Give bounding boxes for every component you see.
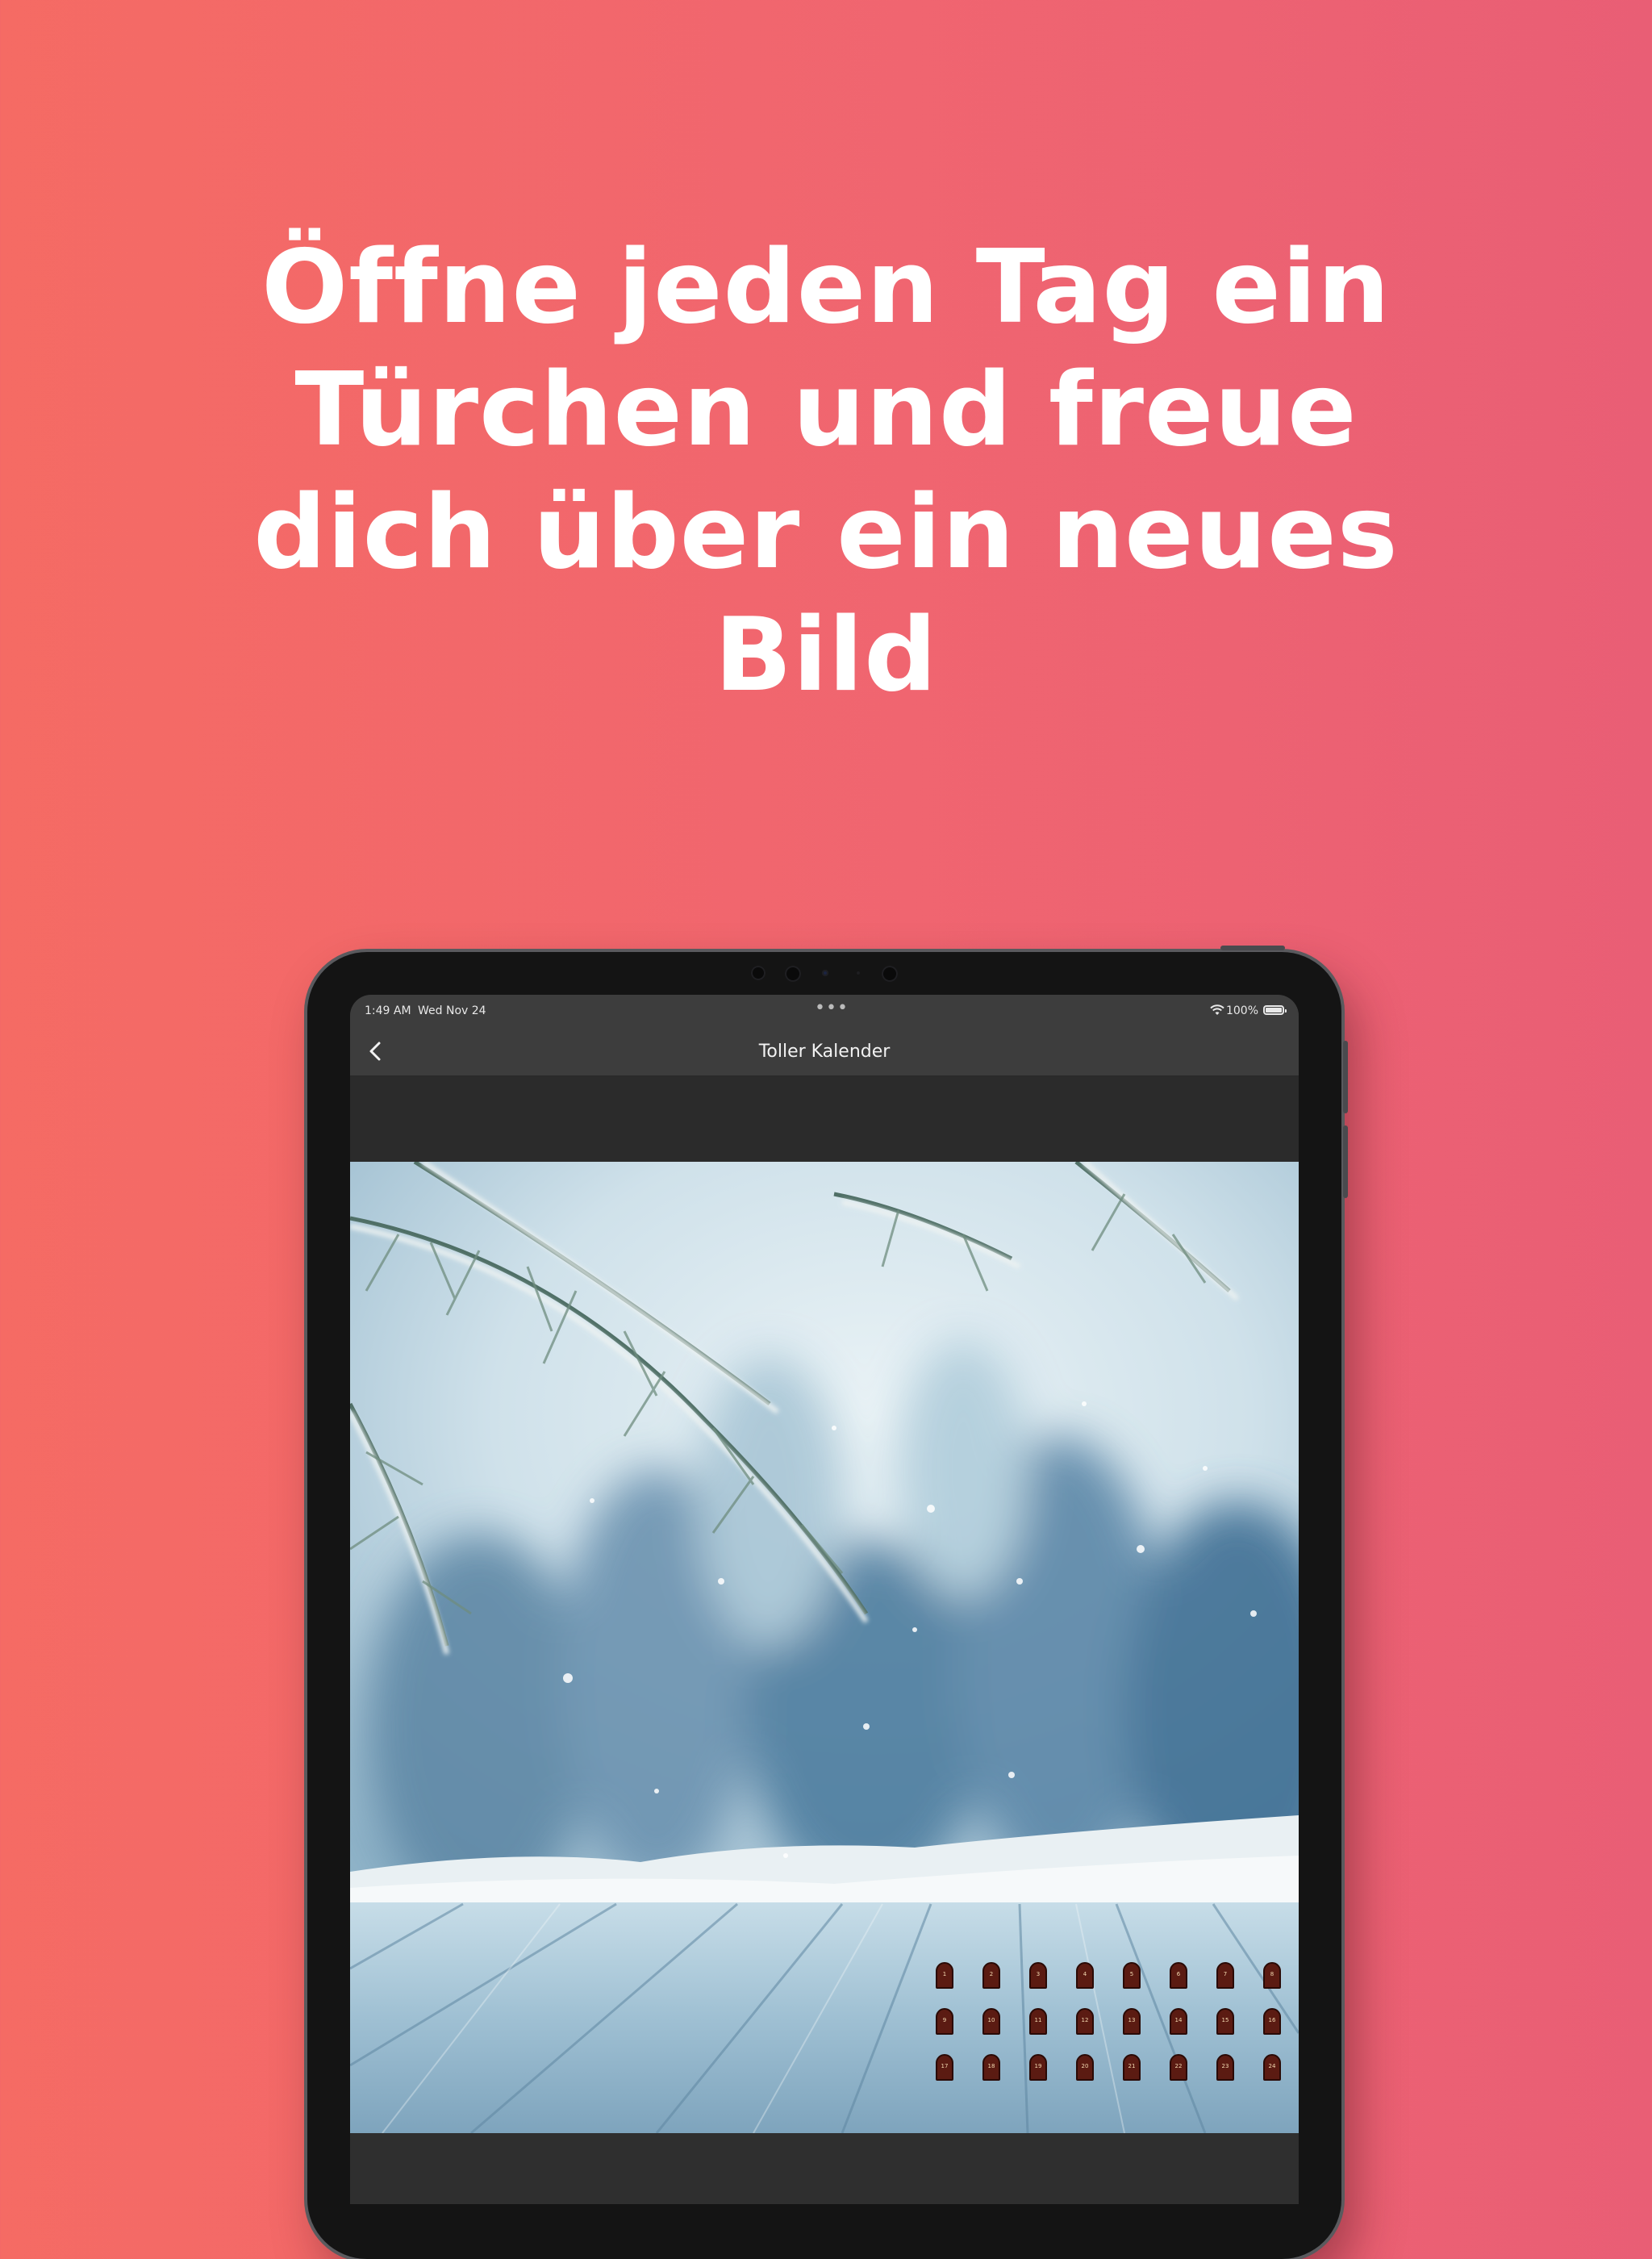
door-number: 5 <box>1129 1971 1134 1977</box>
door-23[interactable]: 23 <box>1216 2054 1234 2081</box>
door-grid: 1 2 3 4 5 6 7 8 9 10 11 12 13 14 15 16 1… <box>936 1962 1286 2102</box>
door-number: 7 <box>1223 1971 1228 1977</box>
door-number: 15 <box>1221 2017 1229 2023</box>
door-number: 17 <box>941 2063 949 2069</box>
door-number: 21 <box>1128 2063 1136 2069</box>
door-7[interactable]: 7 <box>1216 1962 1234 1989</box>
volume-button <box>1343 1041 1348 1113</box>
door-19[interactable]: 19 <box>1029 2054 1047 2081</box>
app-screen: 1:49 AM Wed Nov 24 ••• 100% Toller Kalen… <box>350 995 1299 2204</box>
volume-button <box>1343 1125 1348 1198</box>
door-9[interactable]: 9 <box>936 2008 953 2035</box>
door-number: 11 <box>1034 2017 1042 2023</box>
door-21[interactable]: 21 <box>1123 2054 1141 2081</box>
headline-line-4: Bild <box>714 595 938 714</box>
camera-sensor <box>882 966 898 982</box>
camera-lens-icon <box>822 970 828 976</box>
door-11[interactable]: 11 <box>1029 2008 1047 2035</box>
door-number: 23 <box>1221 2063 1229 2069</box>
door-24[interactable]: 24 <box>1263 2054 1281 2081</box>
door-15[interactable]: 15 <box>1216 2008 1234 2035</box>
nav-title: Toller Kalender <box>758 1042 891 1062</box>
headline-line-3: dich über ein neues <box>253 473 1399 591</box>
camera-sensor <box>785 966 801 982</box>
door-1[interactable]: 1 <box>936 1962 953 1989</box>
navigation-bar: Toller Kalender <box>350 1027 1299 1077</box>
door-number: 20 <box>1081 2063 1089 2069</box>
status-time: 1:49 AM <box>365 1004 411 1017</box>
headline: Öffne jeden Tag ein Türchen und freue di… <box>140 226 1512 716</box>
door-number: 22 <box>1174 2063 1183 2069</box>
headline-line-2: Türchen und freue <box>294 350 1358 469</box>
battery-icon <box>1263 1005 1287 1015</box>
door-number: 2 <box>989 1971 994 1977</box>
status-date: Wed Nov 24 <box>418 1004 486 1017</box>
door-5[interactable]: 5 <box>1123 1962 1141 1989</box>
door-number: 10 <box>987 2017 995 2023</box>
door-12[interactable]: 12 <box>1076 2008 1094 2035</box>
door-number: 1 <box>942 1971 947 1977</box>
door-2[interactable]: 2 <box>982 1962 1000 1989</box>
wifi-icon <box>1210 1004 1224 1015</box>
door-6[interactable]: 6 <box>1170 1962 1187 1989</box>
camera-sensor <box>751 966 766 980</box>
door-4[interactable]: 4 <box>1076 1962 1094 1989</box>
door-3[interactable]: 3 <box>1029 1962 1047 1989</box>
door-17[interactable]: 17 <box>936 2054 953 2081</box>
door-number: 14 <box>1174 2017 1183 2023</box>
battery-percent: 100% <box>1225 1004 1258 1017</box>
door-number: 24 <box>1268 2063 1276 2069</box>
door-number: 8 <box>1270 1971 1274 1977</box>
door-number: 9 <box>942 2017 947 2023</box>
door-10[interactable]: 10 <box>982 2008 1000 2035</box>
door-20[interactable]: 20 <box>1076 2054 1094 2081</box>
door-number: 6 <box>1176 1971 1181 1977</box>
camera-sensor <box>857 971 860 975</box>
bottom-toolbar <box>350 2133 1299 2204</box>
multitasking-dots-icon[interactable]: ••• <box>815 998 849 1018</box>
door-14[interactable]: 14 <box>1170 2008 1187 2035</box>
headline-line-1: Öffne jeden Tag ein <box>261 228 1391 346</box>
door-number: 13 <box>1128 2017 1136 2023</box>
door-number: 16 <box>1268 2017 1276 2023</box>
status-bar: 1:49 AM Wed Nov 24 ••• 100% <box>350 995 1299 1027</box>
door-number: 3 <box>1036 1971 1041 1977</box>
door-22[interactable]: 22 <box>1170 2054 1187 2081</box>
door-13[interactable]: 13 <box>1123 2008 1141 2035</box>
power-button <box>1220 946 1285 950</box>
door-number: 19 <box>1034 2063 1042 2069</box>
door-number: 4 <box>1083 1971 1087 1977</box>
advent-calendar-image: 1 2 3 4 5 6 7 8 9 10 11 12 13 14 15 16 1… <box>350 1162 1299 2133</box>
door-number: 12 <box>1081 2017 1089 2023</box>
door-16[interactable]: 16 <box>1263 2008 1281 2035</box>
door-18[interactable]: 18 <box>982 2054 1000 2081</box>
door-number: 18 <box>987 2063 995 2069</box>
door-8[interactable]: 8 <box>1263 1962 1281 1989</box>
